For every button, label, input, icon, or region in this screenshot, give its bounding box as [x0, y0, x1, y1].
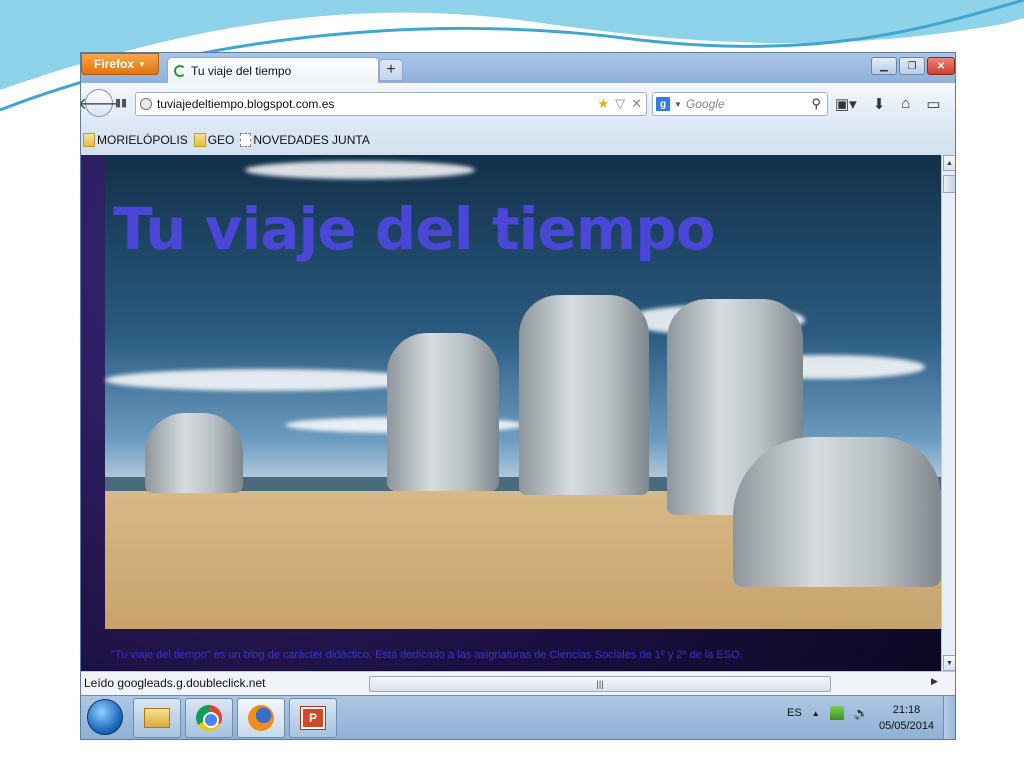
- page-content: Tu viaje del tiempo "Tu viaje del tiempo…: [81, 155, 941, 671]
- taskbar-explorer[interactable]: [133, 698, 181, 738]
- bookmark-label: GEO: [207, 133, 235, 147]
- search-engine-dropdown-icon[interactable]: ▼: [674, 100, 682, 109]
- toolbar-icons: ▣▾ ⬇ ⌂ ▭: [835, 95, 941, 113]
- maximize-button[interactable]: ❐: [899, 57, 925, 75]
- page-icon: [240, 133, 252, 147]
- start-button[interactable]: [87, 699, 123, 735]
- windows-taskbar: P ES ▲ 🔈 21:18 05/05/2014: [81, 695, 955, 739]
- status-text: Leído googleads.g.doubleclick.net: [84, 676, 266, 690]
- folder-explorer-icon: [144, 708, 170, 728]
- blog-description: "Tu viaje del tiempo" es un blog de cará…: [111, 649, 743, 661]
- bookmark-label: NOVEDADES JUNTA: [253, 133, 370, 147]
- status-bar: Leído googleads.g.doubleclick.net ||| ▶: [81, 671, 955, 695]
- dropdown-arrow-icon: ▼: [138, 59, 146, 69]
- search-bar[interactable]: g ▼ Google ⚲: [652, 92, 828, 116]
- horizontal-scrollbar[interactable]: |||: [369, 676, 831, 692]
- folder-icon: [83, 133, 95, 147]
- bookmark-geo[interactable]: GEO: [193, 133, 235, 147]
- sculpture-thumb: [733, 437, 941, 587]
- bookmark-star-icon[interactable]: ★: [597, 96, 609, 112]
- tab-tu-viaje[interactable]: Tu viaje del tiempo: [167, 57, 379, 83]
- close-button[interactable]: ✕: [927, 57, 955, 75]
- firefox-menu-button[interactable]: Firefox ▼: [81, 53, 159, 75]
- taskbar-powerpoint[interactable]: P: [289, 698, 337, 738]
- chrome-icon: [196, 705, 222, 731]
- sculpture-finger: [387, 333, 499, 491]
- sculpture-finger: [519, 295, 649, 495]
- loading-icon: [174, 64, 186, 77]
- system-tray: ES ▲ 🔈: [787, 706, 869, 720]
- downloads-icon[interactable]: ⬇: [873, 95, 886, 113]
- navigation-bar: 🡐 ▮▮ tuviajedeltiempo.blogspot.com.es ★ …: [81, 83, 955, 125]
- bookmark-morielopolis[interactable]: MORIELÓPOLIS: [83, 133, 188, 147]
- volume-icon[interactable]: 🔈: [854, 706, 869, 720]
- back-button[interactable]: 🡐: [81, 89, 120, 117]
- blog-title[interactable]: Tu viaje del tiempo: [113, 195, 716, 263]
- folder-icon: [193, 133, 206, 147]
- window-icon[interactable]: ▭: [926, 95, 940, 113]
- firefox-icon: [248, 705, 274, 731]
- search-placeholder: Google: [685, 97, 725, 111]
- taskbar-chrome[interactable]: [185, 698, 233, 738]
- scroll-down-icon[interactable]: ▼: [943, 655, 955, 671]
- taskbar-firefox[interactable]: [237, 698, 285, 738]
- powerpoint-icon: P: [300, 706, 326, 730]
- scroll-grip-icon: |||: [596, 679, 604, 689]
- url-dropdown-icon[interactable]: ▽: [615, 96, 625, 112]
- browser-window: Firefox ▼ Tu viaje del tiempo + ▁ ❐ ✕ 🡐 …: [80, 52, 956, 740]
- show-desktop-button[interactable]: [943, 696, 955, 739]
- url-bar-actions: ★ ▽ ✕: [597, 96, 642, 112]
- url-text: tuviajedeltiempo.blogspot.com.es: [157, 97, 335, 111]
- sculpture-finger: [145, 413, 243, 493]
- history-dropdown-icon[interactable]: ▮▮: [115, 96, 127, 109]
- globe-icon: [140, 98, 152, 110]
- tab-title: Tu viaje del tiempo: [191, 63, 292, 78]
- cloud: [105, 369, 425, 391]
- vertical-scrollbar[interactable]: ▲ ▼: [941, 155, 955, 671]
- scroll-up-icon[interactable]: ▲: [943, 155, 955, 171]
- bookmarks-menu-icon[interactable]: ▣▾: [835, 95, 857, 113]
- search-icon[interactable]: ⚲: [811, 96, 821, 112]
- show-hidden-icons-icon[interactable]: ▲: [812, 709, 820, 718]
- clock-time: 21:18: [892, 704, 921, 716]
- clock-date: 05/05/2014: [879, 720, 935, 732]
- bookmark-novedades-junta[interactable]: NOVEDADES JUNTA: [240, 133, 370, 147]
- minimize-button[interactable]: ▁: [871, 57, 897, 75]
- google-icon[interactable]: g: [656, 97, 670, 111]
- title-bar: Firefox ▼ Tu viaje del tiempo + ▁ ❐ ✕: [81, 53, 955, 83]
- bookmarks-toolbar: MORIELÓPOLIS GEO NOVEDADES JUNTA: [81, 125, 955, 155]
- network-icon[interactable]: [829, 706, 844, 720]
- firefox-menu-label: Firefox: [94, 57, 135, 71]
- new-tab-button[interactable]: +: [379, 59, 403, 81]
- home-icon[interactable]: ⌂: [901, 95, 910, 113]
- scroll-thumb[interactable]: [943, 175, 955, 193]
- language-indicator[interactable]: ES: [787, 707, 802, 719]
- clock[interactable]: 21:18 05/05/2014: [879, 702, 934, 734]
- scroll-right-icon[interactable]: ▶: [931, 676, 938, 687]
- url-bar[interactable]: tuviajedeltiempo.blogspot.com.es ★ ▽ ✕: [135, 92, 647, 116]
- bookmark-label: MORIELÓPOLIS: [97, 133, 188, 147]
- cloud: [245, 161, 475, 179]
- stop-icon[interactable]: ✕: [631, 96, 642, 112]
